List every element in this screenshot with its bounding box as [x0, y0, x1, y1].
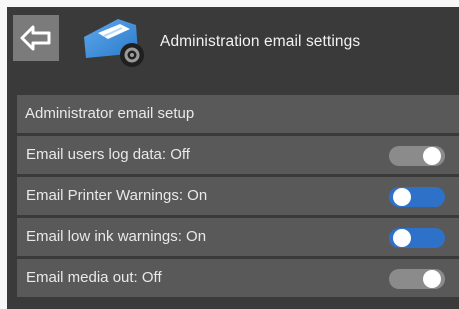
back-arrow-icon [20, 25, 51, 51]
toggle-switch[interactable] [389, 228, 445, 248]
toggle-knob [393, 188, 411, 206]
section-label: Administrator email setup [25, 105, 195, 122]
toggle-switch[interactable] [389, 269, 445, 289]
toggle-knob [423, 147, 441, 165]
email-settings-icon [80, 13, 150, 69]
setting-email-low-ink-warnings[interactable]: Email low ink warnings: On [17, 218, 459, 256]
section-administrator-email-setup[interactable]: Administrator email setup [17, 95, 459, 133]
back-button[interactable] [13, 15, 59, 61]
setting-label: Email users log data: Off [26, 146, 190, 163]
setting-label: Email Printer Warnings: On [26, 187, 208, 204]
page-title: Administration email settings [160, 33, 361, 50]
settings-list: Administrator email setup Email users lo… [17, 95, 459, 300]
toggle-knob [423, 270, 441, 288]
setting-label: Email media out: Off [26, 269, 162, 286]
toggle-switch[interactable] [389, 146, 445, 166]
header-bar: Administration email settings [7, 7, 459, 79]
setting-email-users-log-data[interactable]: Email users log data: Off [17, 136, 459, 174]
toggle-knob [393, 229, 411, 247]
email-settings-screen: Administration email settings Administra… [7, 7, 459, 309]
setting-label: Email low ink warnings: On [26, 228, 207, 245]
toggle-switch[interactable] [389, 187, 445, 207]
setting-email-media-out[interactable]: Email media out: Off [17, 259, 459, 297]
setting-email-printer-warnings[interactable]: Email Printer Warnings: On [17, 177, 459, 215]
